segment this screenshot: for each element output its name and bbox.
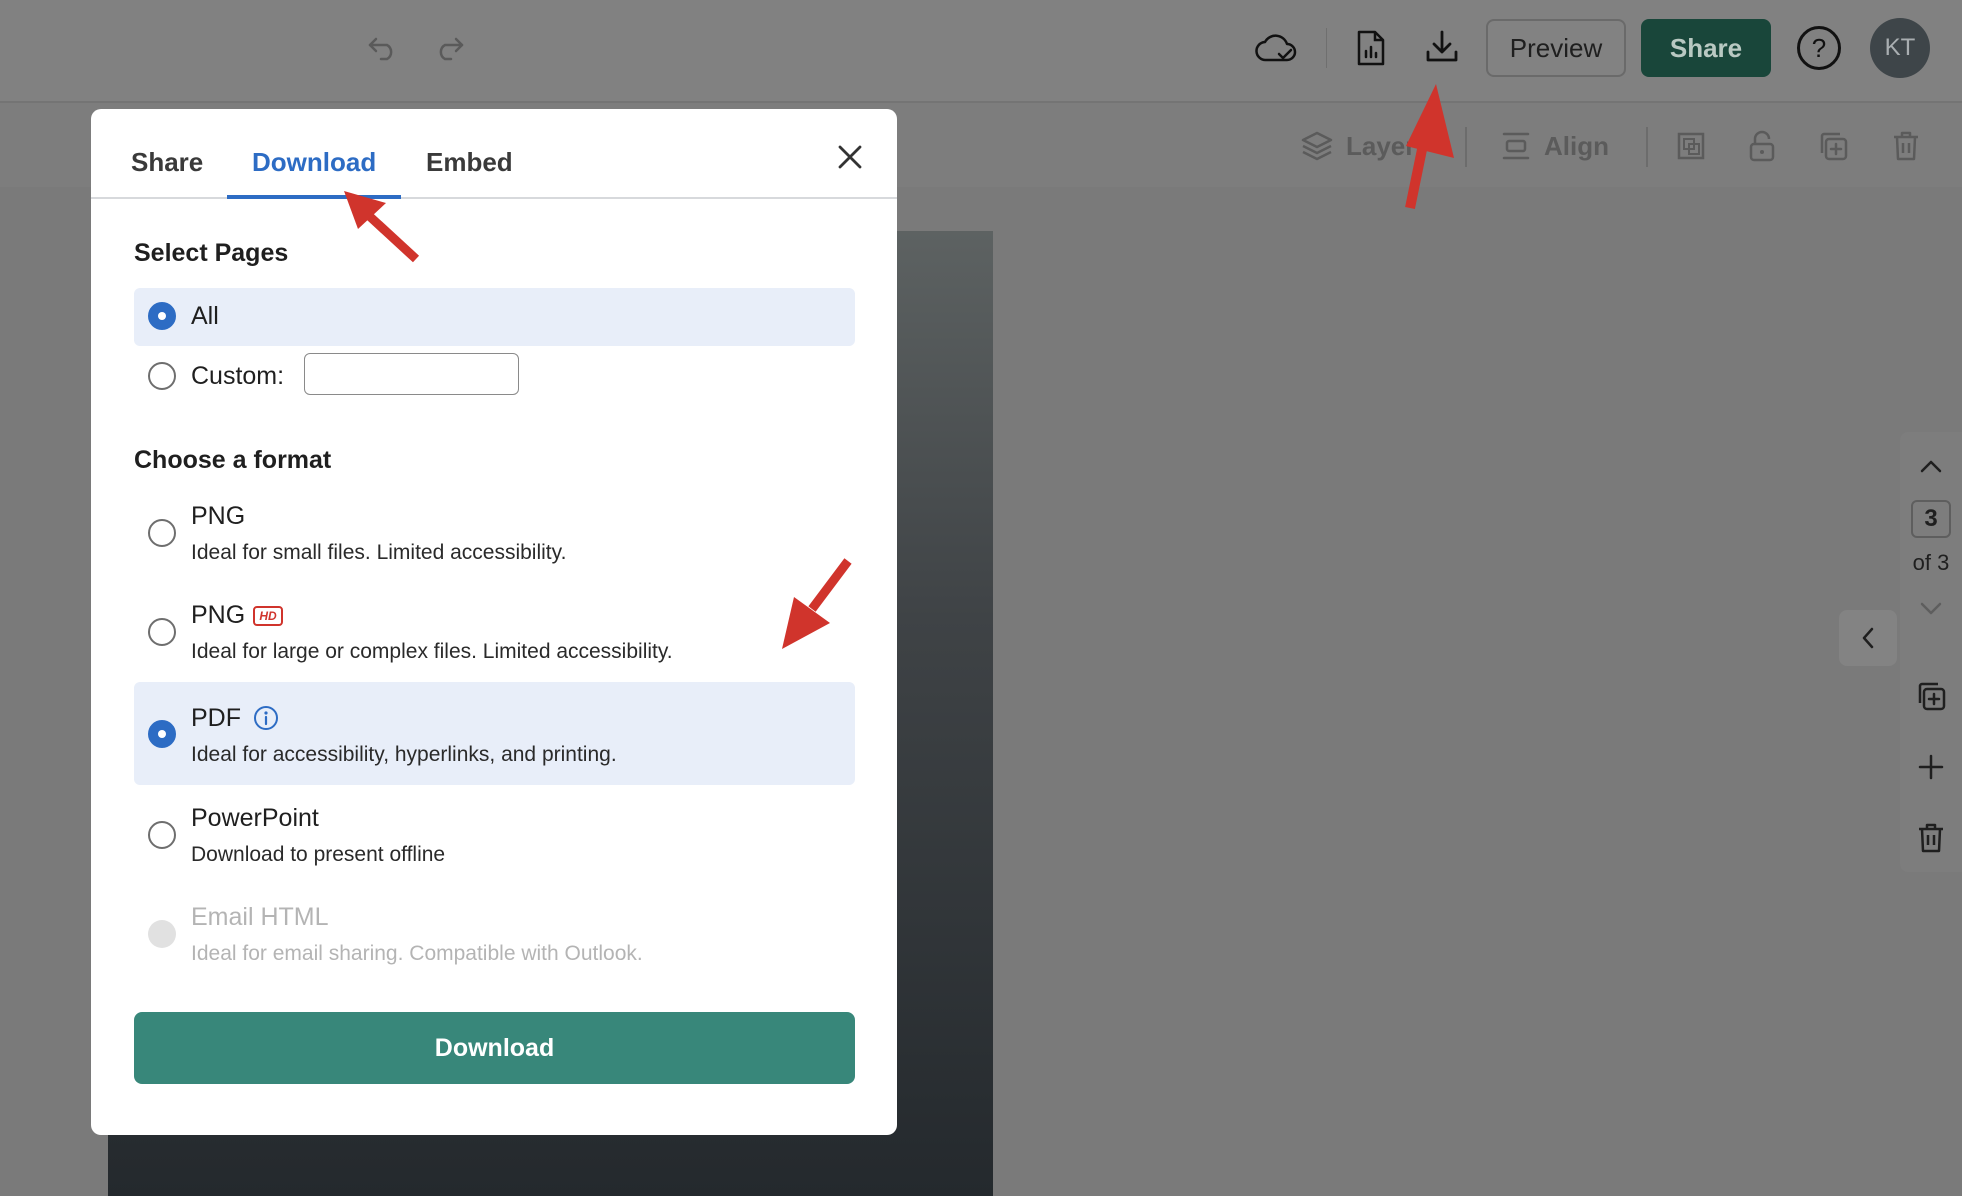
info-icon[interactable] [253, 705, 279, 731]
help-button[interactable]: ? [1797, 26, 1841, 70]
tab-embed[interactable]: Embed [426, 147, 513, 178]
toolbar-separator [1326, 28, 1327, 68]
pages-all-label: All [191, 302, 219, 330]
custom-pages-input[interactable] [304, 353, 519, 395]
close-button[interactable] [830, 137, 870, 177]
pages-all-radio[interactable] [148, 302, 176, 330]
format-png-hd-desc: Ideal for large or complex files. Limite… [191, 640, 673, 663]
annotation-arrow-icon [344, 191, 420, 263]
format-pdf-label: PDF [191, 704, 241, 732]
pages-custom-label: Custom: [191, 362, 285, 390]
toolbar-separator [1646, 127, 1648, 167]
report-icon[interactable] [1343, 20, 1399, 76]
collapse-panel-button[interactable] [1839, 610, 1897, 666]
format-email-html-desc: Ideal for email sharing. Compatible with… [191, 942, 643, 965]
tab-share[interactable]: Share [131, 147, 203, 178]
format-email-html-label: Email HTML [191, 903, 329, 931]
download-dialog: Share Download Embed Select Pages All Cu… [91, 109, 897, 1135]
trash-icon[interactable] [1885, 125, 1927, 167]
format-png-hd-label: PNG [191, 601, 246, 629]
layers-icon [1301, 131, 1333, 161]
chevron-left-icon [1862, 627, 1874, 649]
format-powerpoint-desc: Download to present offline [191, 843, 446, 866]
current-page-input[interactable]: 3 [1911, 500, 1951, 538]
download-button[interactable]: Download [134, 1012, 855, 1084]
format-png-desc: Ideal for small files. Limited accessibi… [191, 541, 567, 564]
hd-badge: HD [253, 606, 283, 626]
dialog-tabs: Share Download Embed [91, 109, 897, 199]
add-page-icon[interactable] [1911, 747, 1951, 787]
format-email-html-radio [148, 920, 176, 948]
annotation-arrow-icon [1405, 84, 1454, 210]
top-bar: Preview Share ? KT [0, 0, 1962, 101]
toolbar-separator [1465, 127, 1467, 167]
format-png-radio[interactable] [148, 519, 176, 547]
format-powerpoint-radio[interactable] [148, 821, 176, 849]
format-pdf-desc: Ideal for accessibility, hyperlinks, and… [191, 743, 617, 766]
redo-icon[interactable] [421, 20, 477, 76]
delete-page-icon[interactable] [1911, 818, 1951, 858]
format-png-label: PNG [191, 502, 246, 530]
select-pages-title: Select Pages [134, 239, 289, 267]
share-button[interactable]: Share [1641, 19, 1771, 77]
tab-download[interactable]: Download [252, 147, 376, 178]
format-pdf-option[interactable] [134, 682, 855, 785]
duplicate-page-icon[interactable] [1911, 676, 1951, 716]
chevron-up-icon[interactable] [1911, 446, 1951, 486]
close-icon [838, 145, 862, 169]
choose-format-title: Choose a format [134, 446, 332, 474]
lock-icon[interactable] [1741, 125, 1783, 167]
group-icon[interactable] [1670, 125, 1712, 167]
cloud-saved-icon[interactable] [1248, 20, 1304, 76]
duplicate-icon[interactable] [1812, 125, 1854, 167]
avatar[interactable]: KT [1870, 18, 1930, 78]
align-icon [1502, 132, 1530, 160]
page-navigator: 3 of 3 [1900, 432, 1962, 872]
undo-icon[interactable] [355, 20, 411, 76]
align-button[interactable]: Align [1500, 125, 1609, 167]
format-png-hd-radio[interactable] [148, 618, 176, 646]
chevron-down-icon[interactable] [1911, 588, 1951, 628]
preview-button[interactable]: Preview [1486, 19, 1626, 77]
annotation-arrow-icon [782, 558, 852, 649]
download-icon[interactable] [1414, 18, 1470, 74]
format-pdf-radio[interactable] [148, 720, 176, 748]
align-label: Align [1544, 130, 1609, 161]
pages-custom-radio[interactable] [148, 362, 176, 390]
pages-all-option[interactable] [134, 288, 855, 346]
page-count: of 3 [1912, 550, 1950, 575]
format-powerpoint-label: PowerPoint [191, 804, 319, 832]
